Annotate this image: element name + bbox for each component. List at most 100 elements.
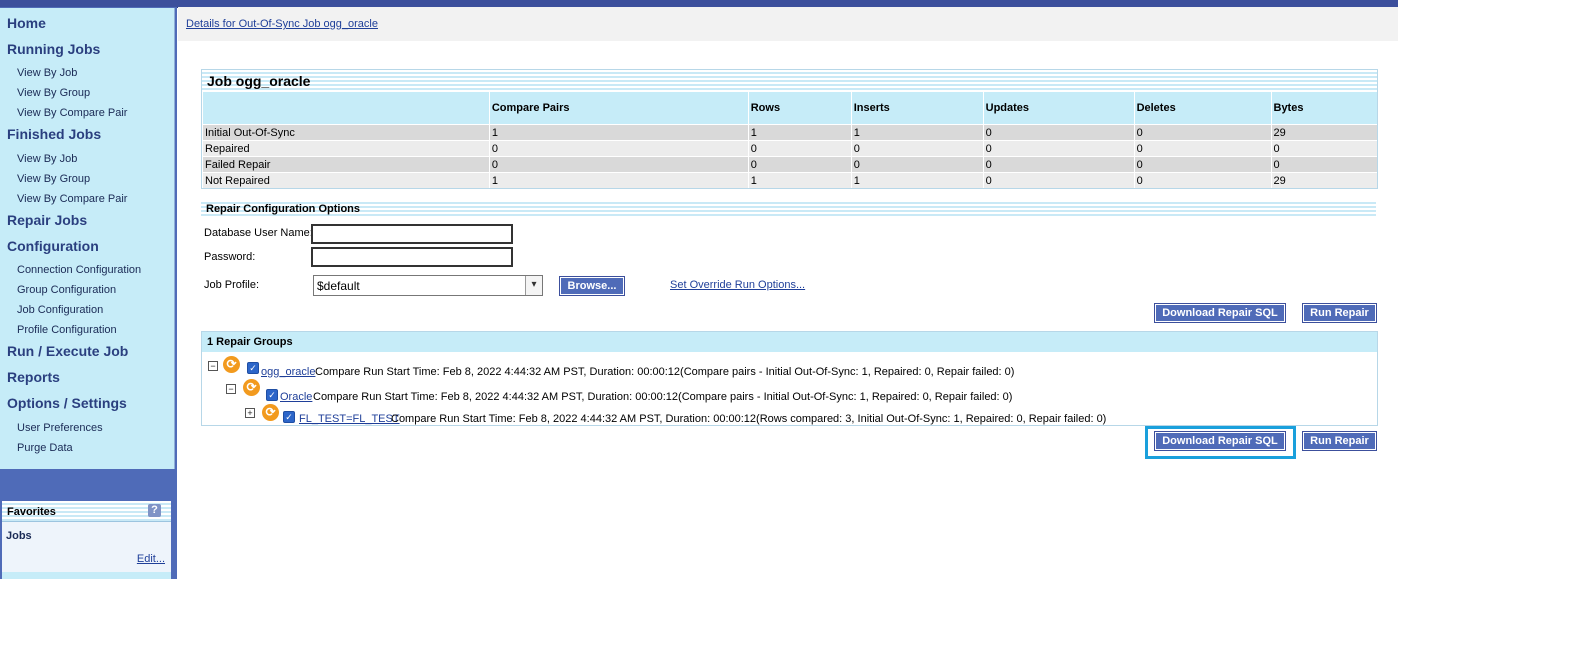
tree-link-job[interactable]: ogg_oracle <box>261 366 315 378</box>
nav-connection-configuration[interactable]: Connection Configuration <box>17 264 141 276</box>
repair-options-title: Repair Configuration Options <box>206 203 360 215</box>
collapse-icon[interactable]: − <box>226 384 236 394</box>
table-cell: 0 <box>1270 156 1377 173</box>
column-header-updates: Updates <box>982 92 1135 125</box>
sidebar: Home Running Jobs View By Job View By Gr… <box>0 7 177 579</box>
favorites-edit-link[interactable]: Edit... <box>137 553 165 565</box>
breadcrumb[interactable]: Details for Out-Of-Sync Job ogg_oracle <box>186 18 378 30</box>
nav-running-view-by-job[interactable]: View By Job <box>17 67 77 79</box>
download-repair-sql-button[interactable]: Download Repair SQL <box>1154 303 1286 323</box>
table-cell: 0 <box>488 156 749 173</box>
favorites-panel: Favorites ? Jobs Edit... <box>2 501 171 579</box>
download-repair-sql-button-bottom[interactable]: Download Repair SQL <box>1154 431 1286 451</box>
expand-icon[interactable]: + <box>245 408 255 418</box>
job-profile-value: $default <box>317 279 360 293</box>
column-header-compare-pairs: Compare Pairs <box>488 92 749 125</box>
table-cell: 0 <box>1133 140 1271 157</box>
tree-text: Compare Run Start Time: Feb 8, 2022 4:44… <box>391 413 1107 425</box>
table-cell: 0 <box>982 140 1135 157</box>
row-label: Failed Repair <box>202 156 490 173</box>
checkbox-checked-icon[interactable]: ✓ <box>247 362 259 374</box>
table-cell: 0 <box>850 156 984 173</box>
nav-finished-jobs[interactable]: Finished Jobs <box>7 126 101 142</box>
job-summary-panel: Job ogg_oracle Compare Pairs Rows Insert… <box>201 69 1378 189</box>
repair-groups-header: 1 Repair Groups <box>202 332 1377 352</box>
table-header-row: Compare Pairs Rows Inserts Updates Delet… <box>202 92 1377 125</box>
table-cell: 0 <box>982 172 1135 188</box>
table-row: Failed Repair 0 0 0 0 0 0 <box>202 156 1377 173</box>
job-title: Job ogg_oracle <box>207 73 311 89</box>
job-summary-header: Job ogg_oracle <box>202 70 1377 92</box>
tree-link-compare-pair[interactable]: FL_TEST=FL_TEST <box>299 413 400 425</box>
tree-link-group[interactable]: Oracle <box>280 391 312 403</box>
run-repair-button[interactable]: Run Repair <box>1302 303 1377 323</box>
nav-finished-view-by-job[interactable]: View By Job <box>17 153 77 165</box>
nav-reports[interactable]: Reports <box>7 369 60 385</box>
checkbox-checked-icon[interactable]: ✓ <box>283 411 295 423</box>
password-input[interactable] <box>311 247 513 267</box>
nav-repair-jobs[interactable]: Repair Jobs <box>7 212 87 228</box>
table-cell: 0 <box>982 156 1135 173</box>
table-cell: 0 <box>747 156 852 173</box>
checkbox-checked-icon[interactable]: ✓ <box>266 389 278 401</box>
help-icon[interactable]: ? <box>148 504 161 517</box>
repair-options-header: Repair Configuration Options <box>201 200 1376 218</box>
column-header-deletes: Deletes <box>1133 92 1271 125</box>
browse-button[interactable]: Browse... <box>559 276 625 296</box>
tree-row-compare-pair: + ⟳ ✓ FL_TEST=FL_TEST Compare Run Start … <box>202 404 1377 425</box>
table-cell: 0 <box>1133 172 1271 188</box>
run-repair-button-bottom[interactable]: Run Repair <box>1302 431 1377 451</box>
nav-running-view-by-group[interactable]: View By Group <box>17 87 90 99</box>
set-override-run-options-link[interactable]: Set Override Run Options... <box>670 279 805 291</box>
nav-run-execute-job[interactable]: Run / Execute Job <box>7 343 128 359</box>
nav-group-configuration[interactable]: Group Configuration <box>17 284 116 296</box>
nav-user-preferences[interactable]: User Preferences <box>17 422 103 434</box>
nav-running-view-by-compare-pair[interactable]: View By Compare Pair <box>17 107 127 119</box>
column-header-rows: Rows <box>747 92 852 125</box>
tree-text: Compare Run Start Time: Feb 8, 2022 4:44… <box>313 391 1013 403</box>
breadcrumb-bar: Details for Out-Of-Sync Job ogg_oracle <box>178 7 1398 41</box>
favorites-header: Favorites ? <box>2 501 171 522</box>
column-header <box>202 92 490 125</box>
table-cell: 29 <box>1270 172 1377 188</box>
sync-icon: ⟳ <box>223 356 240 373</box>
column-header-bytes: Bytes <box>1270 92 1377 125</box>
nav-profile-configuration[interactable]: Profile Configuration <box>17 324 117 336</box>
table-cell: 29 <box>1270 124 1377 141</box>
table-row: Not Repaired 1 1 1 0 0 29 <box>202 172 1377 188</box>
table-row: Repaired 0 0 0 0 0 0 <box>202 140 1377 157</box>
nav-finished-view-by-group[interactable]: View By Group <box>17 173 90 185</box>
nav-configuration[interactable]: Configuration <box>7 238 99 254</box>
favorites-jobs-label: Jobs <box>6 530 32 542</box>
sync-icon: ⟳ <box>243 379 260 396</box>
table-cell: 0 <box>850 140 984 157</box>
row-label: Not Repaired <box>202 172 490 188</box>
nav-home[interactable]: Home <box>7 15 46 31</box>
nav-running-jobs[interactable]: Running Jobs <box>7 41 100 57</box>
table-cell: 1 <box>850 172 984 188</box>
table-cell: 1 <box>850 124 984 141</box>
job-summary-table: Compare Pairs Rows Inserts Updates Delet… <box>202 92 1377 188</box>
password-label: Password: <box>204 251 256 263</box>
navigation-panel: Home Running Jobs View By Job View By Gr… <box>0 8 175 469</box>
table-cell: 0 <box>1133 124 1271 141</box>
table-row: Initial Out-Of-Sync 1 1 1 0 0 29 <box>202 124 1377 141</box>
collapse-icon[interactable]: − <box>208 361 218 371</box>
repair-groups-panel: 1 Repair Groups − ⟳ ✓ ogg_oracle Compare… <box>201 331 1378 426</box>
nav-options-settings[interactable]: Options / Settings <box>7 395 127 411</box>
nav-purge-data[interactable]: Purge Data <box>17 442 73 454</box>
job-profile-select[interactable]: $default ▾ <box>313 275 543 296</box>
table-cell: 1 <box>747 124 852 141</box>
nav-finished-view-by-compare-pair[interactable]: View By Compare Pair <box>17 193 127 205</box>
nav-job-configuration[interactable]: Job Configuration <box>17 304 103 316</box>
chevron-down-icon[interactable]: ▾ <box>525 276 542 295</box>
table-cell: 0 <box>488 140 749 157</box>
favorites-body: Jobs Edit... <box>2 522 171 572</box>
db-user-input[interactable] <box>311 224 513 244</box>
table-cell: 0 <box>747 140 852 157</box>
table-cell: 1 <box>488 172 749 188</box>
sync-icon: ⟳ <box>262 404 279 421</box>
db-user-label: Database User Name: <box>204 227 313 239</box>
tree-row-group: − ⟳ ✓ Oracle Compare Run Start Time: Feb… <box>202 379 1377 403</box>
table-cell: 1 <box>747 172 852 188</box>
